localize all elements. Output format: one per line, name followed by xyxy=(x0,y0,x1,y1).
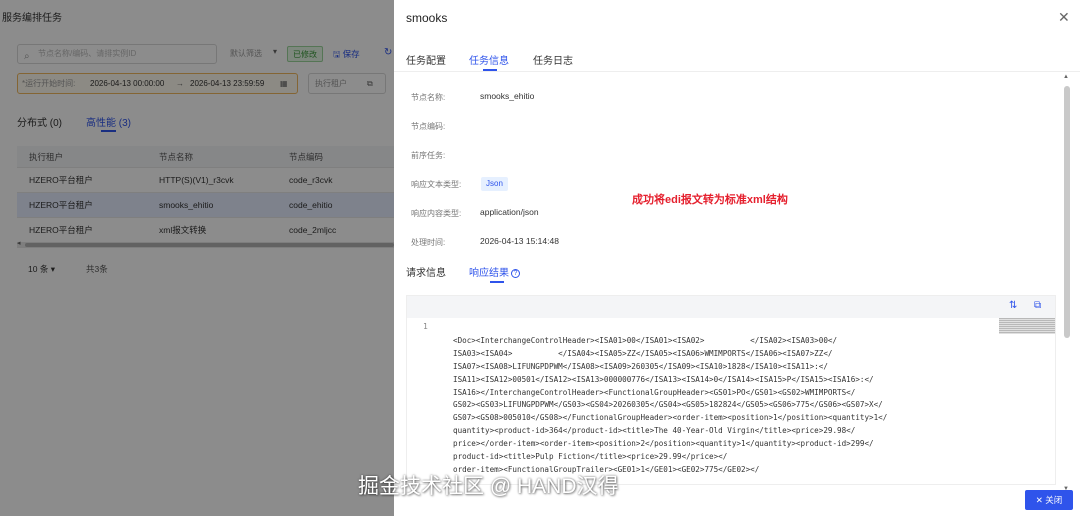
code-line: GS07><GS08>005010</GS08></FunctionalGrou… xyxy=(453,413,888,423)
field-label-previous-task: 前序任务: xyxy=(411,151,446,160)
code-toolbar: ⇅ ⧉ xyxy=(407,296,1055,318)
code-line: GS02><GS03>LIFUNGPDPWM</GS03><GS04>20260… xyxy=(453,400,883,410)
line-number: 1 xyxy=(423,322,428,331)
active-subtab-indicator xyxy=(490,281,504,283)
field-value-process-time: 2026-04-13 15:14:48 xyxy=(480,236,559,246)
close-button[interactable]: ✕ 关闭 xyxy=(1025,490,1073,510)
help-icon[interactable]: ? xyxy=(511,269,520,278)
code-content: <Doc><InterchangeControlHeader><ISA01>00… xyxy=(453,322,993,484)
field-label-response-content-type: 响应内容类型: xyxy=(411,209,462,218)
field-label-process-time: 处理时间: xyxy=(411,238,446,247)
code-line: ISA03><ISA04> </ISA04><ISA05>ZZ</ISA05><… xyxy=(453,348,833,358)
code-line: product-id><title>Pulp Fiction</title><p… xyxy=(453,452,728,462)
annotation-text: 成功将edi报文转为标准xml结构 xyxy=(632,194,788,206)
drawer-title: smooks xyxy=(406,11,448,25)
tab-task-log[interactable]: 任务日志 xyxy=(533,52,573,67)
tab-task-info[interactable]: 任务信息 xyxy=(469,52,509,67)
format-icon[interactable]: ⇅ xyxy=(1009,300,1017,311)
field-label-node-name: 节点名称: xyxy=(411,93,446,102)
code-line: ISA16></InterchangeControlHeader><Functi… xyxy=(453,387,856,397)
task-detail-drawer: smooks ✕ 任务配置 任务信息 任务日志 节点名称: smooks_ehi… xyxy=(394,0,1080,516)
response-text-type-tag: Json xyxy=(481,177,508,191)
tab-request-info[interactable]: 请求信息 xyxy=(406,264,446,279)
drawer-vertical-scrollbar[interactable] xyxy=(1064,86,1070,338)
tab-response-result[interactable]: 响应结果? xyxy=(469,264,520,279)
field-value-response-content-type: application/json xyxy=(480,207,539,217)
field-label-response-text-type: 响应文本类型: xyxy=(411,180,462,189)
divider xyxy=(394,71,1080,72)
code-line: price></order-item><order-item><position… xyxy=(453,439,874,449)
copy-icon[interactable]: ⧉ xyxy=(1034,300,1041,311)
field-label-node-code: 节点编码: xyxy=(411,122,446,131)
response-code-viewer[interactable]: ⇅ ⧉ 1 <Doc><InterchangeControlHeader><IS… xyxy=(406,295,1056,485)
close-icon[interactable]: ✕ xyxy=(1058,9,1070,26)
code-line: ISA07><ISA08>LIFUNGPDPWM</ISA08><ISA09>2… xyxy=(453,361,828,371)
code-line: ISA11><ISA12>00501</ISA12><ISA13>0000007… xyxy=(453,374,874,384)
watermark-text: 掘金技术社区 @ HAND汉得 xyxy=(358,475,619,498)
tab-response-result-label: 响应结果 xyxy=(469,268,509,279)
field-value-node-name: smooks_ehitio xyxy=(480,91,535,101)
scroll-up-icon[interactable]: ▲ xyxy=(1063,74,1069,80)
code-line: quantity><product-id>364</product-id><ti… xyxy=(453,426,856,436)
modal-mask[interactable] xyxy=(0,0,394,516)
code-line: <Doc><InterchangeControlHeader><ISA01>00… xyxy=(453,335,838,345)
code-minimap[interactable] xyxy=(999,318,1055,334)
tab-task-config[interactable]: 任务配置 xyxy=(406,52,446,67)
